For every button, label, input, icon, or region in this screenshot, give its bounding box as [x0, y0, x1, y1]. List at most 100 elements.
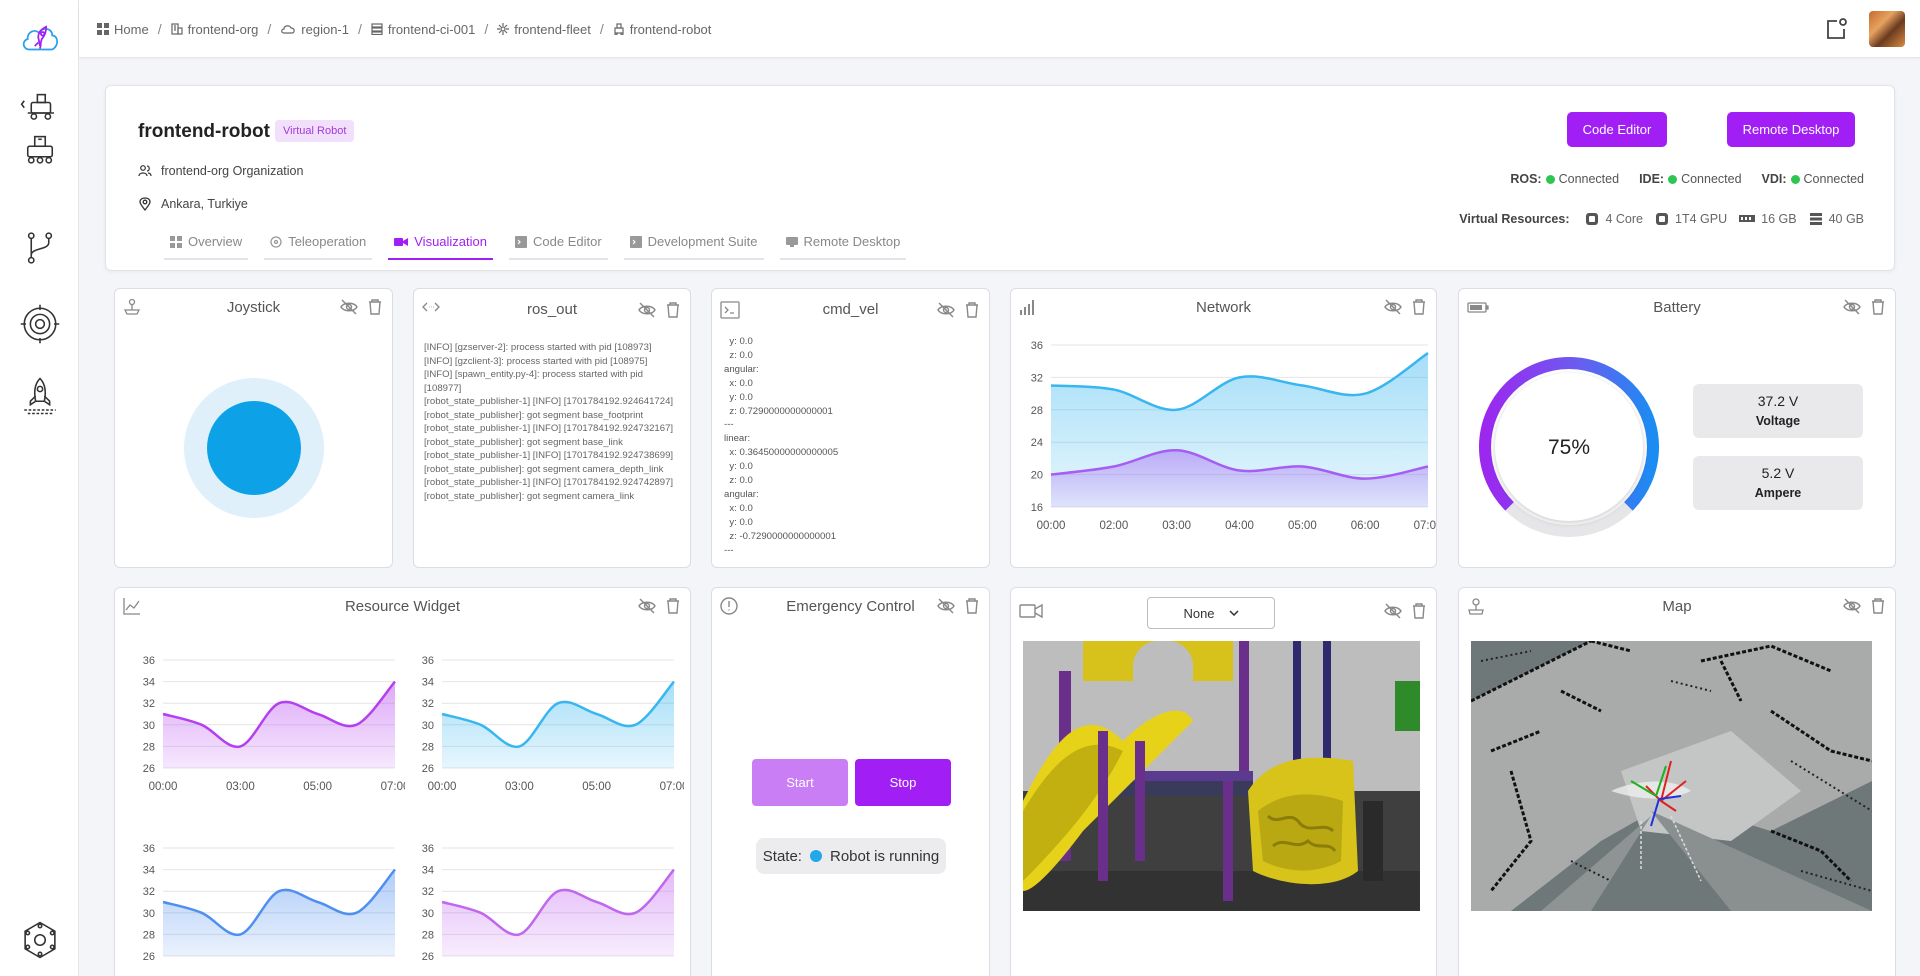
- x-tick-label: 05:00: [1288, 520, 1317, 532]
- y-tick-label: 34: [422, 677, 434, 689]
- y-tick-label: 36: [1031, 340, 1043, 352]
- y-tick-label: 28: [143, 929, 155, 941]
- stop-button[interactable]: Stop: [855, 759, 951, 806]
- x-tick-label: 00:00: [149, 781, 178, 793]
- breadcrumb-instance[interactable]: frontend-ci-001: [371, 22, 475, 37]
- tab-overview[interactable]: Overview: [164, 234, 249, 260]
- hide-icon[interactable]: [638, 597, 656, 615]
- map-widget: Map: [1458, 587, 1896, 976]
- hide-icon[interactable]: [1384, 602, 1402, 620]
- cpu-resource: 4 Core: [1585, 212, 1643, 226]
- map-view[interactable]: [1471, 641, 1872, 911]
- hide-icon[interactable]: [1384, 298, 1402, 316]
- robots-icon[interactable]: [16, 82, 64, 130]
- notification-icon[interactable]: [1822, 16, 1850, 44]
- remote-desktop-button[interactable]: Remote Desktop: [1727, 112, 1855, 147]
- trash-icon[interactable]: [664, 597, 682, 615]
- desktop-icon: [785, 236, 798, 247]
- trash-icon[interactable]: [963, 597, 981, 615]
- joystick-knob[interactable]: [207, 401, 301, 495]
- cmd-vel-log: y: 0.0 z: 0.0 angular: x: 0.0 y: 0.0 z: …: [724, 336, 839, 556]
- battery-percent: 75%: [1547, 436, 1591, 459]
- hide-icon[interactable]: [340, 298, 358, 316]
- ros-out-widget: ros_out [INFO] [gzserver-2]: process sta…: [413, 288, 691, 568]
- hide-icon[interactable]: [937, 301, 955, 319]
- y-tick-label: 32: [143, 698, 155, 710]
- x-tick-label: 00:00: [428, 781, 457, 793]
- status-dot: [1790, 175, 1800, 184]
- x-tick-label: 03:00: [505, 781, 534, 793]
- x-tick-label: 05:00: [303, 781, 332, 793]
- branch-icon[interactable]: [16, 224, 64, 272]
- x-tick-label: 00:00: [1037, 520, 1066, 532]
- tab-code-editor[interactable]: Code Editor: [509, 234, 608, 260]
- breadcrumb: Home / frontend-org / region-1 / fronten…: [97, 21, 711, 37]
- trash-icon[interactable]: [1410, 602, 1428, 620]
- tab-visualization[interactable]: Visualization: [388, 234, 494, 260]
- y-tick-label: 28: [422, 929, 434, 941]
- trash-icon[interactable]: [1410, 298, 1428, 316]
- trash-icon[interactable]: [963, 301, 981, 319]
- tab-remote-desktop[interactable]: Remote Desktop: [779, 234, 907, 260]
- tab-development-suite[interactable]: Development Suite: [623, 234, 764, 260]
- memory-usage-chart: 26 28 30 32 34 36 00:00 03:00 05:00 07:00: [422, 655, 684, 793]
- network-widget: Network 16 20 24 28 32 36 00:00 02:00 03:00 04:00…: [1010, 288, 1437, 568]
- logo-icon[interactable]: [16, 15, 64, 63]
- ram-resource: 16 GB: [1739, 212, 1797, 226]
- hide-icon[interactable]: [937, 597, 955, 615]
- trash-icon[interactable]: [1869, 298, 1887, 316]
- avatar[interactable]: [1869, 11, 1905, 47]
- series-area: [442, 869, 674, 956]
- trash-icon[interactable]: [664, 301, 682, 319]
- x-tick-label: 06:00: [1351, 520, 1380, 532]
- y-tick-label: 28: [1031, 405, 1043, 417]
- robot-header-card: frontend-robot Virtual Robot frontend-or…: [105, 85, 1895, 271]
- y-tick-label: 16: [1031, 502, 1043, 514]
- breadcrumb-fleet[interactable]: frontend-fleet: [497, 22, 591, 37]
- ampere-stat: 5.2 V Ampere: [1693, 456, 1863, 510]
- vdi-status: VDI: Connected: [1761, 172, 1864, 186]
- ros-out-log: [INFO] [gzserver-2]: process started wit…: [424, 342, 674, 502]
- camera-topic-select[interactable]: None: [1147, 597, 1275, 629]
- y-tick-label: 36: [422, 843, 434, 855]
- joystick-pad[interactable]: [183, 377, 325, 519]
- breadcrumb-home[interactable]: Home: [97, 22, 149, 37]
- rocket-icon[interactable]: [16, 372, 64, 420]
- hide-icon[interactable]: [1843, 597, 1861, 615]
- cloud-icon: [281, 25, 296, 34]
- breadcrumb-organization[interactable]: frontend-org: [170, 22, 258, 37]
- cpu-icon: [1586, 213, 1599, 225]
- gpu-resource: 1T4 GPU: [1655, 212, 1727, 226]
- start-button[interactable]: Start: [752, 759, 848, 806]
- trash-icon[interactable]: [1869, 597, 1887, 615]
- code-editor-button[interactable]: Code Editor: [1567, 112, 1667, 147]
- connection-status: ROS: Connected IDE: Connected VDI: Connecte…: [1510, 172, 1864, 186]
- topbar: Home / frontend-org / region-1 / fronten…: [79, 0, 1920, 58]
- series-area: [163, 681, 395, 768]
- y-tick-label: 30: [422, 908, 434, 920]
- hide-icon[interactable]: [638, 301, 656, 319]
- network-hub-icon[interactable]: [16, 916, 64, 964]
- video-camera-icon: [1019, 603, 1043, 619]
- tab-teleoperation[interactable]: Teleoperation: [264, 234, 373, 260]
- terminal-icon: [629, 235, 642, 248]
- breadcrumb-robot[interactable]: frontend-robot: [613, 22, 711, 37]
- voltage-stat: 37.2 V Voltage: [1693, 384, 1863, 438]
- location-pin-icon: [139, 197, 151, 211]
- breadcrumb-region[interactable]: region-1: [280, 22, 349, 37]
- x-tick-label: 04:00: [1225, 520, 1254, 532]
- status-dot: [1545, 175, 1555, 184]
- y-tick-label: 26: [422, 951, 434, 963]
- x-tick-label: 02:00: [1099, 520, 1128, 532]
- cmd-vel-widget: cmd_vel y: 0.0 z: 0.0 angular: x: 0.0 y:…: [711, 288, 990, 568]
- storage-resource: 40 GB: [1809, 212, 1864, 226]
- widget-title: Battery: [1653, 299, 1701, 316]
- target-icon[interactable]: [16, 300, 64, 348]
- y-tick-label: 28: [143, 741, 155, 753]
- y-tick-label: 28: [422, 741, 434, 753]
- breadcrumb-separator: /: [358, 21, 362, 37]
- fleet-icon[interactable]: [16, 124, 64, 172]
- hide-icon[interactable]: [1843, 298, 1861, 316]
- cpu-usage-chart: 26283032343600:0003:0005:0007:00: [143, 655, 405, 793]
- trash-icon[interactable]: [366, 298, 384, 316]
